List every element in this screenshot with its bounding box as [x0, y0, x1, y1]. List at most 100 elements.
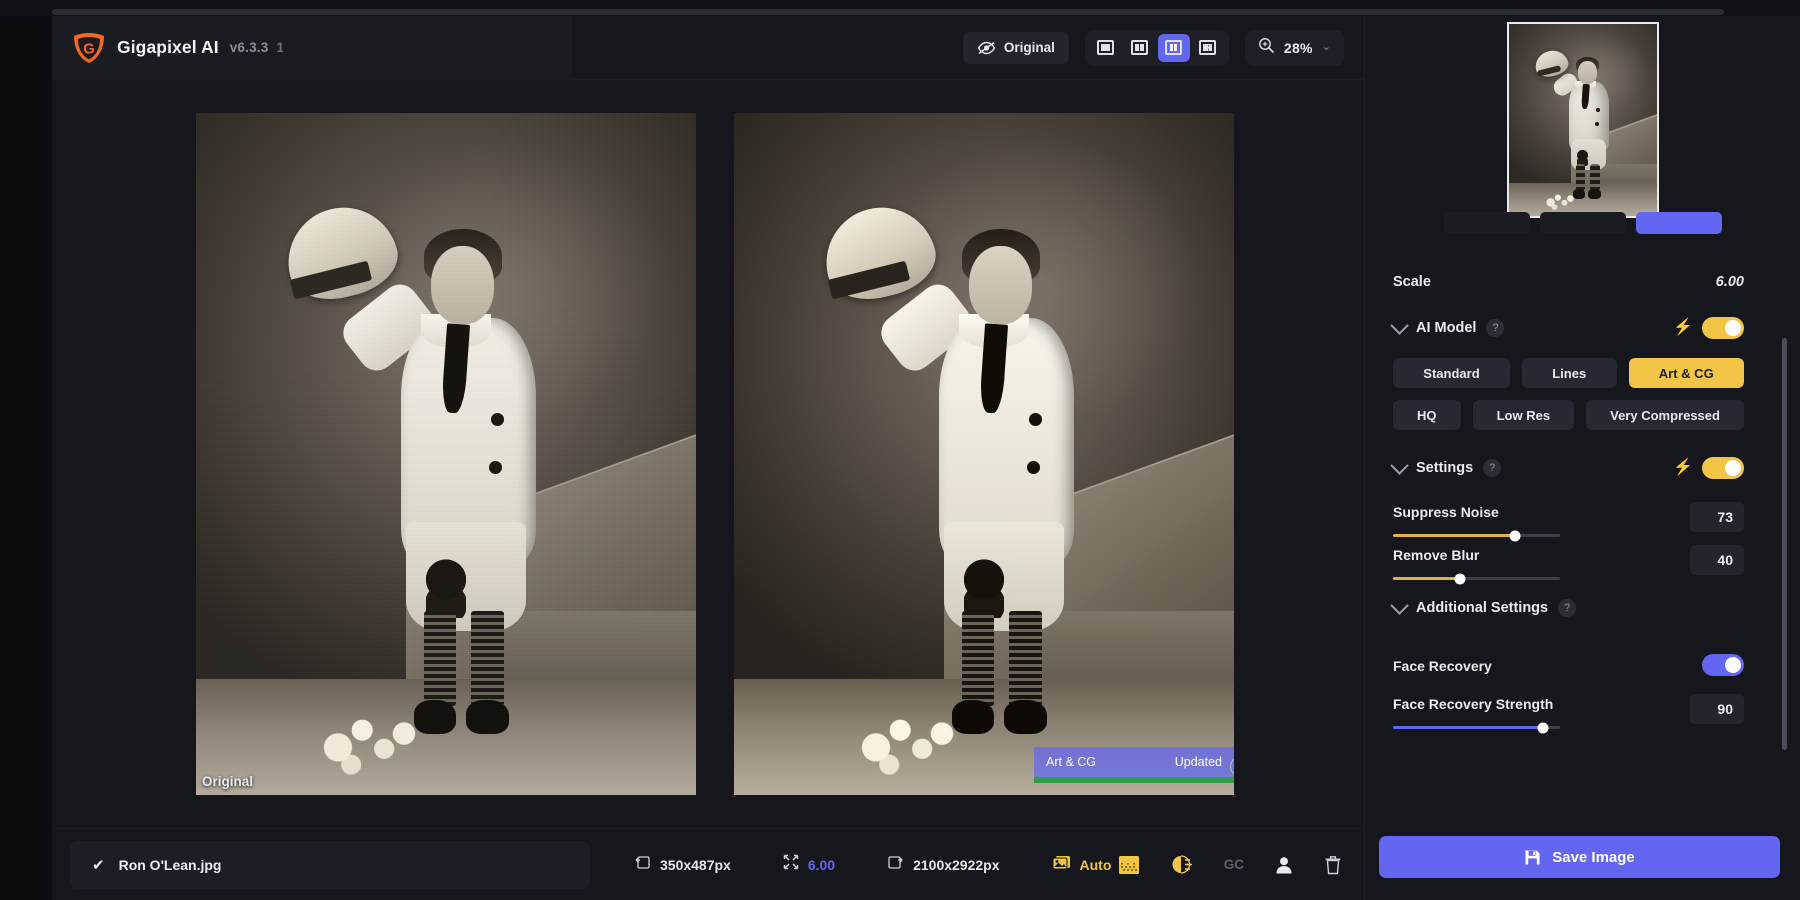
auto-mode[interactable]: Auto [1052, 854, 1112, 875]
face-recovery-row: Face Recovery [1379, 636, 1770, 680]
model-button-low-res[interactable]: Low Res [1473, 400, 1575, 430]
delete-icon[interactable] [1324, 855, 1342, 875]
processing-status-overlay: Art & CG Updated [1034, 747, 1234, 777]
original-image-pane[interactable]: Original [196, 113, 696, 795]
lightning-bolt-icon: ⚡ [1673, 460, 1693, 476]
scale-factor: 6.00 [783, 854, 835, 875]
smiley-face-icon[interactable] [1229, 756, 1234, 777]
auto-image-icon [1052, 854, 1071, 875]
preview-thumbnail-area [1365, 16, 1800, 252]
suppress-noise-label: Suppress Noise [1393, 502, 1560, 520]
settings-panel: Scale 6.00 AI Model ? ⚡ Standard [1364, 16, 1800, 900]
contrast-tool-icon[interactable] [1170, 854, 1194, 875]
suppress-noise-control: Suppress Noise 73 [1379, 494, 1770, 537]
face-recovery-label: Face Recovery [1393, 656, 1492, 674]
chevron-down-icon[interactable] [1390, 596, 1408, 614]
suppress-noise-slider[interactable] [1393, 534, 1560, 537]
face-recovery-strength-control: Face Recovery Strength 90 [1379, 680, 1770, 729]
app-shell: G Gigapixel AI v6.3.3 1 [52, 16, 1800, 900]
thumbnail-action-row [1365, 212, 1800, 234]
remove-blur-slider[interactable] [1393, 577, 1560, 580]
face-recovery-toggle[interactable] [1702, 654, 1744, 676]
face-recovery-strength-value[interactable]: 90 [1690, 694, 1744, 724]
app-version: v6.3.3 [230, 40, 269, 55]
model-button-standard[interactable]: Standard [1393, 358, 1510, 388]
chevron-down-icon[interactable] [1390, 456, 1408, 474]
ai-model-section-header[interactable]: AI Model ? ⚡ [1379, 302, 1770, 354]
image-tools-group: GC [1118, 854, 1342, 875]
auto-mode-label: Auto [1080, 857, 1112, 873]
scale-row: Scale 6.00 [1379, 252, 1770, 302]
split-pane-view-button[interactable] [1124, 34, 1156, 62]
preview-thumbnail[interactable] [1507, 22, 1659, 218]
file-name-label: Ron O'Lean.jpg [119, 857, 222, 873]
processed-photo [734, 113, 1234, 795]
overlay-model-label: Art & CG [1046, 755, 1096, 769]
gigapixel-app-window: G Gigapixel AI v6.3.3 1 [0, 0, 1800, 900]
grain-tool-icon[interactable] [1118, 855, 1140, 875]
settings-toggle[interactable] [1702, 457, 1744, 479]
help-icon[interactable]: ? [1483, 459, 1501, 477]
face-tool-icon[interactable] [1274, 855, 1294, 875]
quad-pane-view-button[interactable] [1192, 34, 1224, 62]
model-button-very-compressed[interactable]: Very Compressed [1586, 400, 1744, 430]
face-recovery-strength-slider[interactable] [1393, 726, 1560, 729]
file-metadata-group: 350x487px 6.00 [634, 854, 1111, 875]
split-pane-icon [1131, 40, 1148, 55]
settings-scroll-area[interactable]: Scale 6.00 AI Model ? ⚡ Standard [1365, 252, 1800, 836]
remove-blur-value[interactable]: 40 [1690, 545, 1744, 575]
thumbnail-action-right[interactable] [1636, 212, 1722, 234]
overlay-status-label: Updated [1175, 755, 1222, 769]
ai-model-row-2: HQ Low Res Very Compressed [1393, 400, 1744, 430]
output-dimensions-value: 2100x2922px [913, 857, 999, 873]
svg-text:G: G [83, 40, 95, 57]
side-by-side-view-button[interactable] [1158, 34, 1190, 62]
zoom-control[interactable]: 28% ⌄ [1245, 30, 1344, 66]
check-icon: ✔ [92, 856, 105, 874]
scale-label: Scale [1393, 274, 1431, 290]
image-canvas[interactable]: Original [52, 80, 1364, 828]
save-image-button[interactable]: Save Image [1379, 836, 1780, 878]
processed-image-pane[interactable]: Art & CG Updated [734, 113, 1234, 795]
suppress-noise-value[interactable]: 73 [1690, 502, 1744, 532]
ai-model-row-1: Standard Lines Art & CG [1393, 358, 1744, 388]
thumbnail-action-left[interactable] [1444, 212, 1530, 234]
file-list-item[interactable]: ✔ Ron O'Lean.jpg [70, 841, 590, 889]
app-version-overflow: 1 [276, 40, 283, 55]
ai-model-buttons: Standard Lines Art & CG HQ Low Res Very … [1379, 354, 1770, 430]
model-button-art-cg[interactable]: Art & CG [1629, 358, 1744, 388]
show-original-button[interactable]: Original [963, 32, 1069, 64]
save-image-label: Save Image [1552, 849, 1635, 866]
single-pane-icon [1097, 40, 1114, 55]
chevron-down-icon[interactable] [1390, 316, 1408, 334]
scale-factor-value: 6.00 [808, 857, 835, 873]
app-brand: G Gigapixel AI v6.3.3 1 [52, 16, 572, 80]
additional-settings-title: Additional Settings [1416, 600, 1548, 616]
processing-progress-bar [1034, 777, 1234, 783]
save-area: Save Image [1365, 836, 1800, 900]
additional-settings-section-header[interactable]: Additional Settings ? [1379, 580, 1770, 636]
thumbnail-action-mid[interactable] [1540, 212, 1626, 234]
model-button-hq[interactable]: HQ [1393, 400, 1461, 430]
zoom-level-value: 28% [1284, 40, 1313, 56]
ai-model-toggle[interactable] [1702, 317, 1744, 339]
gc-label[interactable]: GC [1224, 857, 1244, 872]
view-mode-group [1085, 30, 1229, 66]
help-icon[interactable]: ? [1558, 599, 1576, 617]
horizontal-scrollbar[interactable] [52, 9, 1724, 15]
output-dimensions: 2100x2922px [887, 855, 999, 875]
zoom-in-icon [1258, 37, 1275, 59]
scale-value: 6.00 [1716, 274, 1744, 290]
help-icon[interactable]: ? [1486, 319, 1504, 337]
face-recovery-strength-label: Face Recovery Strength [1393, 694, 1560, 712]
ai-model-title: AI Model [1416, 320, 1476, 336]
model-button-lines[interactable]: Lines [1522, 358, 1617, 388]
single-pane-view-button[interactable] [1090, 34, 1122, 62]
eye-off-icon [977, 41, 996, 55]
settings-section-header[interactable]: Settings ? ⚡ [1379, 442, 1770, 494]
gigapixel-shield-logo: G [72, 31, 106, 65]
resize-arrows-icon [783, 854, 799, 875]
remove-blur-control: Remove Blur 40 [1379, 537, 1770, 580]
panel-scrollbar[interactable] [1782, 338, 1787, 750]
toolbar-controls: Original [963, 30, 1364, 66]
